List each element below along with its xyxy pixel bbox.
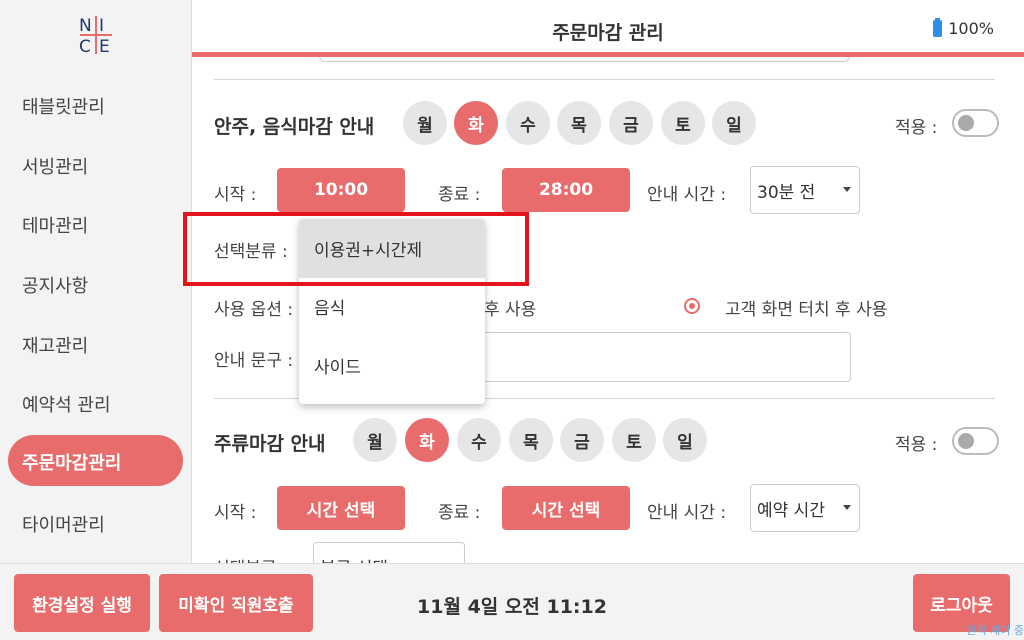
day-fri[interactable]: 금 xyxy=(609,101,653,145)
day-sat[interactable]: 토 xyxy=(661,101,705,145)
divider xyxy=(214,79,995,80)
sidebar-item-order-close[interactable]: 주문마감관리 xyxy=(8,435,183,486)
apply-toggle[interactable] xyxy=(952,109,999,137)
chevron-down-icon xyxy=(843,505,851,510)
previous-textbox-edge xyxy=(319,57,850,62)
end-label: 종료 : xyxy=(438,503,481,523)
usage-option-1-label: 후 사용 xyxy=(484,300,537,320)
chevron-down-icon xyxy=(843,187,851,192)
notice-time-select[interactable]: 예약 시간 xyxy=(750,484,860,532)
notice-time-value: 예약 시간 xyxy=(757,500,825,521)
start-label: 시작 : xyxy=(214,503,257,523)
end-label: 종료 : xyxy=(438,185,481,205)
day-fri[interactable]: 금 xyxy=(560,418,604,462)
sidebar-item-reserved-seat[interactable]: 예약석 관리 xyxy=(22,391,111,417)
day-sun[interactable]: 일 xyxy=(663,418,707,462)
dropdown-option-side[interactable]: 사이드 xyxy=(299,336,485,395)
battery-icon xyxy=(933,18,943,37)
end-time-button[interactable]: 시간 선택 xyxy=(502,486,630,530)
page-title: 주문마감 관리 xyxy=(552,22,664,44)
start-time-button[interactable]: 시간 선택 xyxy=(277,486,405,530)
nice-logo: N I C E xyxy=(79,16,112,56)
start-time-button[interactable]: 10:00 xyxy=(277,168,405,212)
apply-label: 적용 : xyxy=(895,435,938,455)
day-thu[interactable]: 목 xyxy=(509,418,553,462)
category-select[interactable]: 분류 선택 xyxy=(313,542,465,563)
svg-text:E: E xyxy=(99,37,110,56)
day-sat[interactable]: 토 xyxy=(612,418,656,462)
food-close-title: 안주, 음식마감 안내 xyxy=(214,116,375,138)
svg-text:N: N xyxy=(79,16,92,36)
day-thu[interactable]: 목 xyxy=(557,101,601,145)
highlight-annotation-box xyxy=(183,212,529,286)
current-datetime: 11월 4일 오전 11:12 xyxy=(417,596,607,618)
day-mon[interactable]: 월 xyxy=(353,418,397,462)
sidebar-item-notice[interactable]: 공지사항 xyxy=(22,272,88,298)
day-wed[interactable]: 수 xyxy=(506,101,550,145)
sidebar-item-stock[interactable]: 재고관리 xyxy=(22,332,88,358)
day-mon[interactable]: 월 xyxy=(403,101,447,145)
usage-option-label: 사용 옵션 : xyxy=(214,300,294,320)
start-label: 시작 : xyxy=(214,185,257,205)
notice-time-select[interactable]: 30분 전 xyxy=(750,166,860,214)
sidebar-item-theme[interactable]: 테마관리 xyxy=(22,212,88,238)
sidebar-item-serving[interactable]: 서빙관리 xyxy=(22,153,88,179)
sidebar: N I C E 태블릿관리 서빙관리 테마관리 공지사항 재고관리 예약석 관리… xyxy=(0,0,192,563)
battery-status: 100% xyxy=(933,18,994,38)
svg-text:I: I xyxy=(99,16,104,36)
message-label: 안내 문구 : xyxy=(214,351,294,371)
category-label: 선택분류 : xyxy=(214,554,288,563)
apply-toggle[interactable] xyxy=(952,427,999,455)
header: 주문마감 관리 100% xyxy=(192,0,1024,52)
svg-text:C: C xyxy=(79,37,91,56)
remote-control-note: 원격 제어 중 xyxy=(966,624,1024,637)
sidebar-item-tablet[interactable]: 태블릿관리 xyxy=(22,93,105,119)
sidebar-item-label: 주문마감관리 xyxy=(22,453,122,474)
notice-time-label: 안내 시간 : xyxy=(647,503,727,523)
usage-option-2-radio[interactable] xyxy=(684,298,700,314)
footer: 환경설정 실행 미확인 직원호출 11월 4일 오전 11:12 로그아웃 원격… xyxy=(0,563,1024,640)
notice-time-value: 30분 전 xyxy=(757,182,816,203)
day-sun[interactable]: 일 xyxy=(712,101,756,145)
sidebar-item-timer[interactable]: 타이머관리 xyxy=(22,511,105,537)
day-wed[interactable]: 수 xyxy=(457,418,501,462)
notice-time-label: 안내 시간 : xyxy=(647,185,727,205)
end-time-button[interactable]: 28:00 xyxy=(502,168,630,212)
usage-option-2-label: 고객 화면 터치 후 사용 xyxy=(725,300,888,320)
category-value: 분류 선택 xyxy=(320,554,388,564)
battery-level: 100% xyxy=(948,19,994,38)
alcohol-close-title: 주류마감 안내 xyxy=(214,433,326,455)
day-tue[interactable]: 화 xyxy=(405,418,449,462)
apply-label: 적용 : xyxy=(895,118,938,138)
day-tue[interactable]: 화 xyxy=(454,101,498,145)
